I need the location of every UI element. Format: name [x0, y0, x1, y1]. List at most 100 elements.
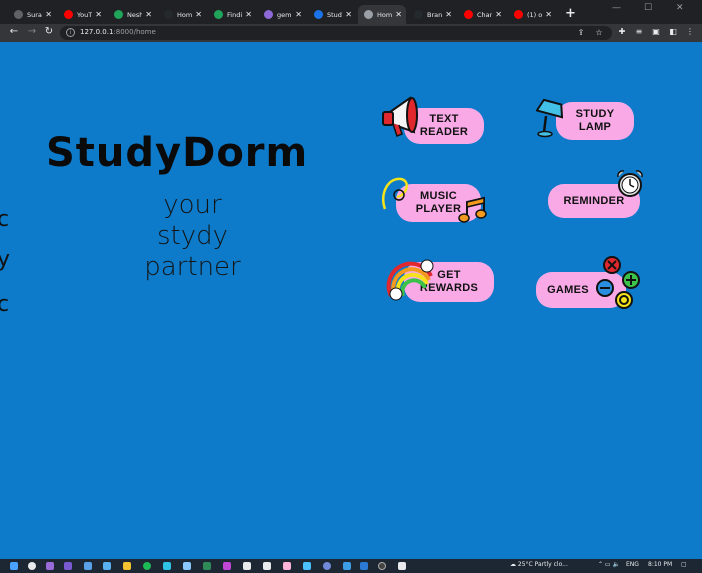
- tab-close-icon[interactable]: ✕: [195, 10, 202, 19]
- browser-tab[interactable]: Nesh ✕: [108, 5, 156, 24]
- tab-label: Nesh: [127, 10, 143, 19]
- tab-close-icon[interactable]: ✕: [245, 10, 252, 19]
- browser-tab[interactable]: YouT ✕: [58, 5, 106, 24]
- tab-close-icon[interactable]: ✕: [445, 10, 452, 19]
- browser-tab[interactable]: Study✕: [308, 5, 356, 24]
- music-note-icon: [458, 196, 487, 223]
- new-tab-button[interactable]: +: [565, 6, 576, 21]
- tab-close-icon[interactable]: ✕: [395, 10, 402, 19]
- music-player-label-line: MUSIC: [420, 190, 457, 202]
- maximize-icon[interactable]: ☐: [644, 3, 652, 13]
- app-icon[interactable]: [378, 562, 386, 570]
- music-player-label-line: PLAYER: [415, 203, 462, 215]
- tab-strip: Sura✕YouT✕Nesh✕Hom✕Findi✕gem✕Study✕Hom✕B…: [0, 0, 702, 24]
- minimize-icon[interactable]: —: [612, 3, 621, 13]
- tab-label: Study: [327, 10, 342, 19]
- app-icon[interactable]: [303, 562, 311, 570]
- games-label: GAMES: [547, 283, 589, 296]
- tagline-line: stydy: [156, 221, 229, 251]
- site-info-icon[interactable]: i: [66, 28, 75, 37]
- gemini-icon: [264, 10, 273, 19]
- globe-icon: [364, 10, 373, 19]
- film-icon: [114, 10, 123, 19]
- profile-icon[interactable]: ◧: [668, 27, 678, 37]
- app-icon[interactable]: [243, 562, 251, 570]
- browser-tab[interactable]: Chan ✕: [458, 5, 506, 24]
- clock[interactable]: 8:10 PM: [648, 561, 672, 568]
- system-tray-icons[interactable]: ⌃ ▭ 🔈: [598, 561, 620, 568]
- browser-tab[interactable]: (1) o ✕: [508, 5, 556, 24]
- reload-icon[interactable]: ↻: [43, 26, 55, 37]
- tagline: your stydy partner: [120, 190, 265, 283]
- lamp-icon: [536, 98, 564, 138]
- chrome-icon[interactable]: [28, 562, 36, 570]
- app-icon[interactable]: [398, 562, 406, 570]
- bookmark-star-icon[interactable]: ☆: [594, 28, 604, 38]
- clipped-glyph: c: [0, 207, 10, 232]
- tab-close-icon[interactable]: ✕: [545, 10, 552, 19]
- tab-close-icon[interactable]: ✕: [345, 10, 352, 19]
- app-icon[interactable]: [283, 562, 291, 570]
- back-icon[interactable]: ←: [8, 26, 20, 37]
- share-icon[interactable]: ⇪: [576, 28, 586, 38]
- discord-icon[interactable]: [323, 562, 331, 570]
- tab-close-icon[interactable]: ✕: [295, 10, 302, 19]
- spotify-icon[interactable]: [143, 562, 151, 570]
- tab-close-icon[interactable]: ✕: [495, 10, 502, 19]
- clipped-glyph: c: [0, 292, 10, 317]
- tab-label: (1) o: [527, 10, 543, 19]
- studydorm-home-page: c y c StudyDorm your stydy partner TEXT …: [0, 42, 702, 559]
- github-icon: [164, 10, 173, 19]
- app-icon[interactable]: [223, 562, 231, 570]
- vscode-icon[interactable]: [360, 562, 368, 570]
- github-icon: [414, 10, 423, 19]
- study-lamp-label-line: LAMP: [578, 121, 612, 133]
- language-indicator[interactable]: ENG: [626, 561, 639, 568]
- text-reader-label-line: READER: [419, 126, 469, 138]
- app-icon[interactable]: [183, 562, 191, 570]
- close-window-icon[interactable]: ✕: [676, 3, 684, 13]
- megaphone-icon: [382, 96, 418, 137]
- tab-close-icon[interactable]: ✕: [145, 10, 152, 19]
- app-icon[interactable]: [163, 562, 171, 570]
- app-icon[interactable]: [103, 562, 111, 570]
- clipped-glyph: y: [0, 247, 11, 272]
- brand-title: StudyDorm: [46, 130, 309, 176]
- doc-icon: [314, 10, 323, 19]
- side-panel-icon[interactable]: ▣: [651, 27, 661, 37]
- browser-toolbar: ← → ↻ i 127.0.0.1:8000/home ⇪ ☆ ✚ ≡ ▣ ◧ …: [0, 24, 702, 42]
- app-icon[interactable]: [46, 562, 54, 570]
- start-icon[interactable]: [10, 562, 18, 570]
- tab-label: gem: [277, 10, 292, 19]
- edge-icon[interactable]: [203, 562, 211, 570]
- tab-close-icon[interactable]: ✕: [95, 10, 102, 19]
- app-icon[interactable]: [84, 562, 92, 570]
- notifications-icon[interactable]: ▢: [681, 561, 687, 568]
- tab-label: Sura: [27, 10, 42, 19]
- file-explorer-icon[interactable]: [123, 562, 131, 570]
- tab-label: Hom: [377, 10, 393, 19]
- browser-tab[interactable]: Hom ✕: [358, 5, 406, 24]
- reading-list-icon[interactable]: ≡: [634, 27, 644, 37]
- forward-icon[interactable]: →: [26, 26, 38, 37]
- alarm-clock-icon: [617, 170, 643, 197]
- weather-widget[interactable]: ☁ 25°C Partly clo...: [510, 561, 568, 568]
- address-bar[interactable]: i 127.0.0.1:8000/home ⇪ ☆: [60, 26, 612, 40]
- weather-text: 25°C Partly clo...: [517, 561, 568, 568]
- menu-icon[interactable]: ⋮: [685, 27, 695, 37]
- study-lamp-label-line: STUDY: [575, 108, 615, 120]
- url-host: 127.0.0.1: [80, 28, 114, 36]
- tab-close-icon[interactable]: ✕: [45, 10, 52, 19]
- browser-tab[interactable]: Hom ✕: [158, 5, 206, 24]
- app-icon[interactable]: [343, 562, 351, 570]
- youtube-icon: [514, 10, 523, 19]
- rainbow-icon: [386, 259, 434, 301]
- app-icon[interactable]: [64, 562, 72, 570]
- browser-tab[interactable]: Findi ✕: [208, 5, 256, 24]
- windows-taskbar: ☁ 25°C Partly clo... ⌃ ▭ 🔈 ENG 8:10 PM ▢: [0, 559, 702, 573]
- browser-tab[interactable]: Bran ✕: [408, 5, 456, 24]
- app-icon[interactable]: [263, 562, 271, 570]
- extensions-icon[interactable]: ✚: [617, 27, 627, 37]
- browser-tab[interactable]: gem ✕: [258, 5, 306, 24]
- browser-tab[interactable]: Sura ✕: [8, 5, 56, 24]
